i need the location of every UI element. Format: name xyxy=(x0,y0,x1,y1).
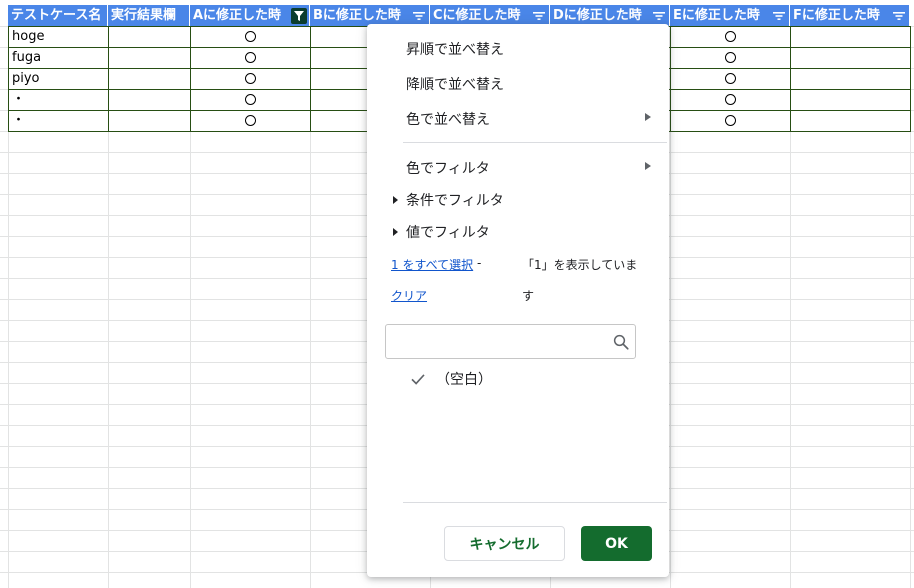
data-column-border xyxy=(790,26,791,132)
ok-button[interactable]: OK xyxy=(581,526,652,561)
circle-mark-icon xyxy=(724,52,736,63)
value-option-label: （空白） xyxy=(436,372,492,388)
filter-icon[interactable] xyxy=(651,8,667,24)
circle-mark-icon xyxy=(244,52,256,63)
data-column-border xyxy=(670,26,671,132)
circle-mark-icon xyxy=(724,94,736,105)
filter-icon[interactable] xyxy=(411,8,427,24)
sort-descending-item[interactable]: 降順で並べ替え xyxy=(406,74,504,94)
column-header-label: Bに修正した時 xyxy=(313,8,401,23)
filter-icon[interactable] xyxy=(771,8,787,24)
column-header-label: Cに修正した時 xyxy=(433,8,521,23)
value-option[interactable]: （空白） xyxy=(407,369,637,389)
value-search-input[interactable] xyxy=(392,325,606,358)
submenu-arrow-icon xyxy=(645,113,651,121)
select-all-separator: - xyxy=(477,256,482,270)
test-case-name-cell[interactable]: piyo xyxy=(8,68,108,89)
expand-triangle-icon[interactable] xyxy=(393,228,398,236)
circle-mark-icon xyxy=(244,115,256,126)
value-search-box[interactable] xyxy=(385,324,636,359)
test-case-name-cell[interactable]: hoge xyxy=(8,26,108,47)
menu-divider xyxy=(403,142,667,143)
column-header-label: 実行結果欄 xyxy=(111,8,177,23)
column-header-0[interactable]: テストケース名 xyxy=(8,5,108,26)
sort-by-color-item[interactable]: 色で並べ替え xyxy=(406,109,490,129)
data-column-border xyxy=(8,26,9,132)
circle-mark-icon xyxy=(244,31,256,42)
showing-status-text: 「1」を表示していま xyxy=(522,258,638,272)
clear-link[interactable]: クリア xyxy=(391,287,427,304)
active-filter-icon[interactable] xyxy=(291,8,307,24)
circle-mark-icon xyxy=(724,31,736,42)
column-header-label: テストケース名 xyxy=(11,8,102,23)
filter-icon[interactable] xyxy=(891,8,907,24)
menu-divider xyxy=(403,502,667,503)
column-header-label: Fに修正した時 xyxy=(793,8,880,23)
circle-mark-icon xyxy=(244,73,256,84)
check-icon xyxy=(411,374,425,385)
data-column-border xyxy=(310,26,311,132)
data-column-border xyxy=(190,26,191,132)
test-case-name-cell[interactable]: fuga xyxy=(8,47,108,68)
sort-ascending-item[interactable]: 昇順で並べ替え xyxy=(406,39,504,59)
filter-icon[interactable] xyxy=(531,8,547,24)
filter-by-color-item[interactable]: 色でフィルタ xyxy=(406,158,490,178)
test-case-name-cell[interactable]: ・ xyxy=(8,110,108,131)
column-header-label: Eに修正した時 xyxy=(673,8,760,23)
column-header-label: Aに修正した時 xyxy=(193,8,282,23)
filter-dropdown-menu: 昇順で並べ替え 降順で並べ替え 色で並べ替え 色でフィルタ 条件でフィルタ 値で… xyxy=(367,24,669,577)
cancel-button[interactable]: キャンセル xyxy=(444,526,565,561)
expand-triangle-icon[interactable] xyxy=(393,196,398,204)
test-case-name-cell[interactable]: ・ xyxy=(8,89,108,110)
column-header-label: Dに修正した時 xyxy=(553,8,642,23)
submenu-arrow-icon xyxy=(645,162,651,170)
select-all-link[interactable]: 1 をすべて選択 xyxy=(391,256,473,273)
data-column-border xyxy=(910,26,911,132)
circle-mark-icon xyxy=(244,94,256,105)
column-header-1[interactable]: 実行結果欄 xyxy=(108,5,190,26)
circle-mark-icon xyxy=(724,73,736,84)
showing-status-text-cont: す xyxy=(522,289,535,303)
filter-by-condition-item[interactable]: 条件でフィルタ xyxy=(406,190,504,210)
circle-mark-icon xyxy=(724,115,736,126)
filter-by-values-item[interactable]: 値でフィルタ xyxy=(406,222,490,242)
search-icon xyxy=(613,334,629,350)
data-column-border xyxy=(108,26,109,132)
